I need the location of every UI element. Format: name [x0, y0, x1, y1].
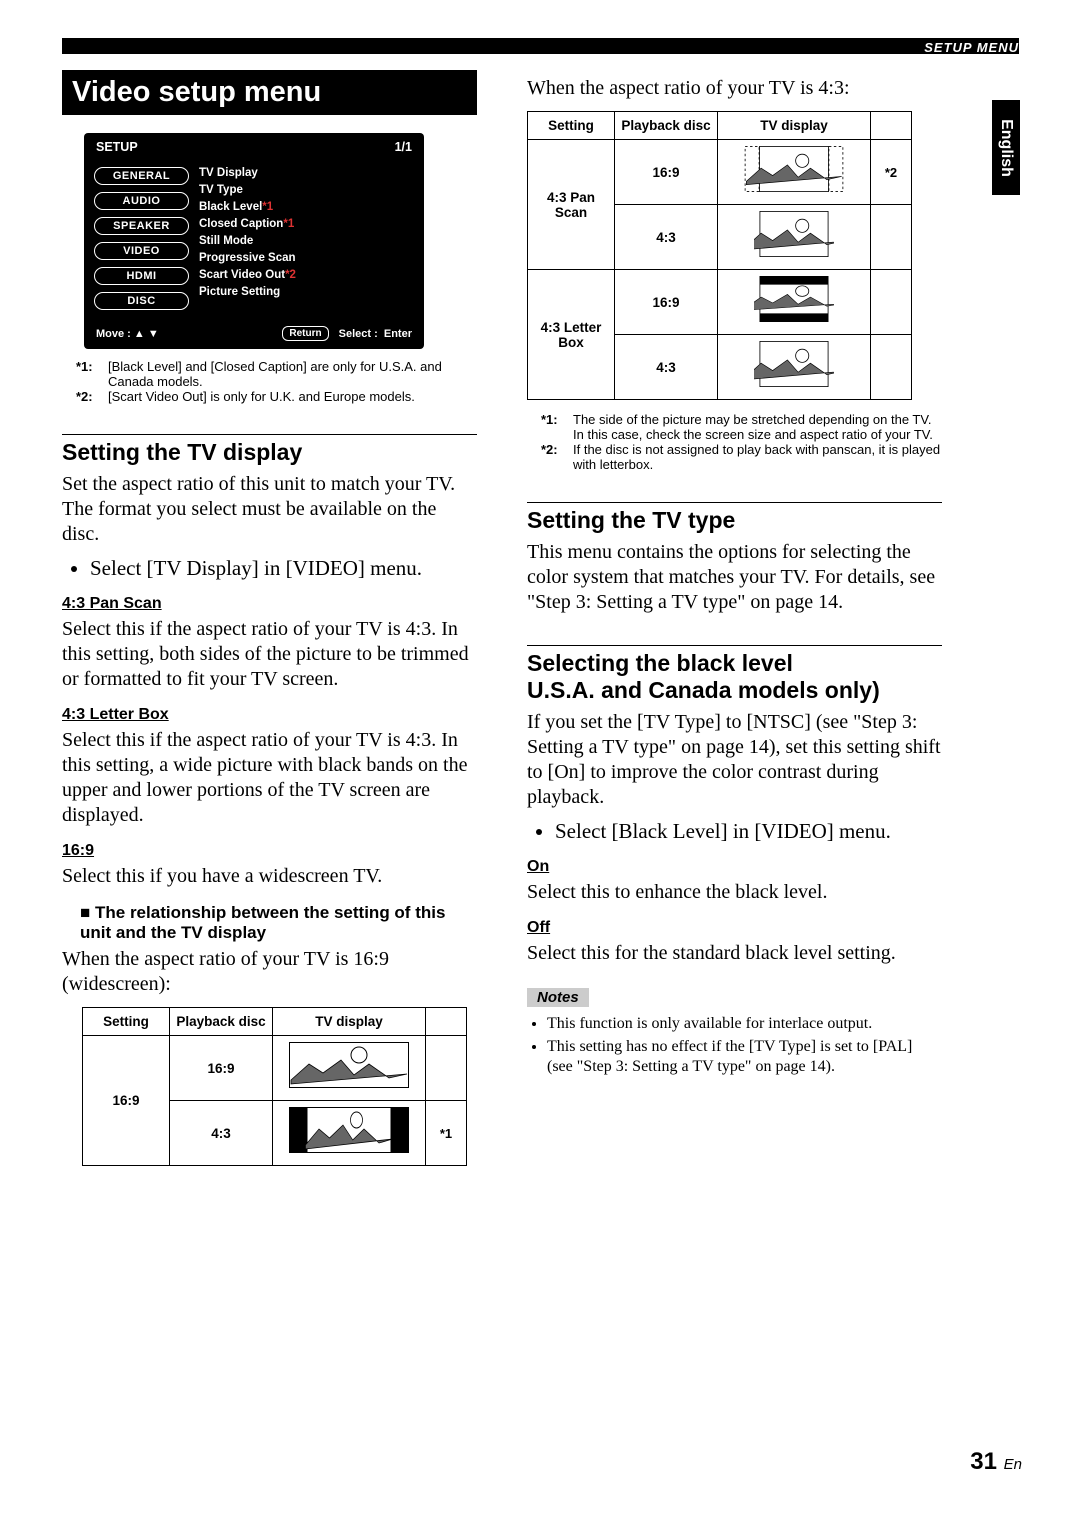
- thumb-43lb-169: [718, 270, 871, 335]
- text-on: Select this to enhance the black level.: [527, 880, 942, 905]
- osd-select-label: Select : Enter: [339, 328, 412, 340]
- bullet-select-tv-display: Select [TV Display] in [VIDEO] menu.: [90, 555, 477, 581]
- subhead-relationship: ■ The relationship between the setting o…: [80, 903, 477, 943]
- language-side-tab-label: English: [997, 119, 1015, 177]
- thumb-169-43: [273, 1101, 426, 1166]
- osd-return-button[interactable]: Return: [282, 326, 328, 341]
- language-side-tab: English: [992, 100, 1020, 195]
- heading-black-level: Selecting the black level U.S.A. and Can…: [527, 650, 942, 704]
- subhead-on: On: [527, 858, 942, 876]
- heading-tv-display: Setting the TV display: [62, 439, 477, 466]
- osd-item-closed-caption[interactable]: Closed Caption*1: [199, 218, 412, 230]
- note-item-2: This setting has no effect if the [TV Ty…: [547, 1037, 942, 1075]
- subhead-43-letterbox: 4:3 Letter Box: [62, 706, 477, 724]
- thumb-43pan-43: [718, 205, 871, 270]
- osd-item-still-mode[interactable]: Still Mode: [199, 235, 412, 247]
- text-black-level-intro: If you set the [TV Type] to [NTSC] (see …: [527, 710, 942, 810]
- osd-page-indicator: 1/1: [395, 140, 412, 154]
- osd-footnote-1: *1: [Black Level] and [Closed Caption] a…: [76, 359, 477, 389]
- table-169: Setting Playback disc TV display 16:9 16…: [82, 1007, 467, 1166]
- osd-setup-label: SETUP: [96, 140, 138, 154]
- text-43-panscan: Select this if the aspect ratio of your …: [62, 617, 477, 692]
- note-item-1: This function is only available for inte…: [547, 1014, 942, 1033]
- text-off: Select this for the standard black level…: [527, 941, 942, 966]
- osd-tab-general[interactable]: GENERAL: [94, 167, 189, 185]
- text-relation-43: When the aspect ratio of your TV is 4:3:: [527, 76, 942, 101]
- notes-list: This function is only available for inte…: [527, 1014, 942, 1076]
- header-bar: [62, 38, 1019, 54]
- page-number: 31 En: [970, 1448, 1022, 1476]
- thumb-169-169: [273, 1036, 426, 1101]
- text-tv-type: This menu contains the options for selec…: [527, 540, 942, 615]
- osd-tab-disc[interactable]: DISC: [94, 292, 189, 310]
- table-43: Setting Playback disc TV display 4:3 Pan…: [527, 111, 912, 400]
- osd-tab-speaker[interactable]: SPEAKER: [94, 217, 189, 235]
- table-footnote-1: *1: The side of the picture may be stret…: [541, 412, 942, 442]
- text-relation-169: When the aspect ratio of your TV is 16:9…: [62, 947, 477, 997]
- osd-move-label: Move : ▲ ▼: [96, 328, 159, 340]
- osd-tab-video[interactable]: VIDEO: [94, 242, 189, 260]
- text-tv-display-intro: Set the aspect ratio of this unit to mat…: [62, 472, 477, 547]
- text-43-letterbox: Select this if the aspect ratio of your …: [62, 728, 477, 828]
- bullet-select-black-level: Select [Black Level] in [VIDEO] menu.: [555, 818, 942, 844]
- osd-item-picture-setting[interactable]: Picture Setting: [199, 286, 412, 298]
- subhead-169: 16:9: [62, 842, 477, 860]
- notes-badge: Notes: [527, 988, 589, 1007]
- text-169: Select this if you have a widescreen TV.: [62, 864, 477, 889]
- osd-item-black-level[interactable]: Black Level*1: [199, 201, 412, 213]
- heading-tv-type: Setting the TV type: [527, 507, 942, 534]
- thumb-43pan-169: [718, 140, 871, 205]
- header-setup-menu: SETUP MENU: [924, 40, 1019, 55]
- thumb-43lb-43: [718, 335, 871, 400]
- subhead-43-panscan: 4:3 Pan Scan: [62, 595, 477, 613]
- subhead-off: Off: [527, 919, 942, 937]
- osd-item-tv-display[interactable]: TV Display: [199, 167, 412, 179]
- osd-tab-hdmi[interactable]: HDMI: [94, 267, 189, 285]
- table-footnote-2: *2: If the disc is not assigned to play …: [541, 442, 942, 472]
- page-title: Video setup menu: [62, 70, 477, 115]
- osd-item-progressive-scan[interactable]: Progressive Scan: [199, 252, 412, 264]
- osd-tab-audio[interactable]: AUDIO: [94, 192, 189, 210]
- osd-item-tv-type[interactable]: TV Type: [199, 184, 412, 196]
- osd-item-scart-video-out[interactable]: Scart Video Out*2: [199, 269, 412, 281]
- osd-footnote-2: *2: [Scart Video Out] is only for U.K. a…: [76, 389, 477, 404]
- osd-panel: SETUP 1/1 GENERAL AUDIO SPEAKER VIDEO HD…: [84, 133, 424, 349]
